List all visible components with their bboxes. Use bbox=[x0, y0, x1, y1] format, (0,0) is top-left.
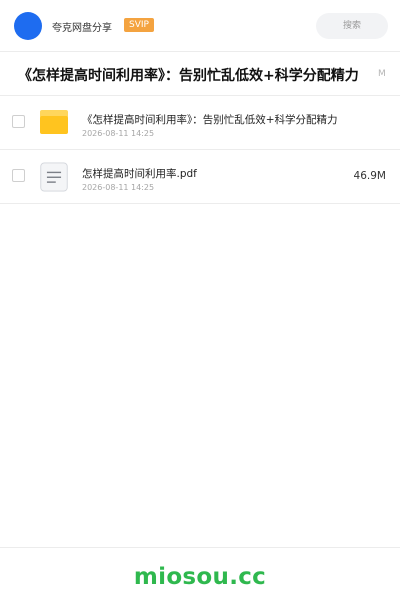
row-checkbox[interactable] bbox=[12, 115, 25, 128]
top-bar: 夸克网盘分享 SVIP 搜索 bbox=[0, 0, 400, 52]
file-size: 46.9M bbox=[353, 170, 386, 182]
file-date: 2026-08-11 14:25 bbox=[82, 129, 155, 138]
search-input[interactable]: 搜索 bbox=[316, 13, 388, 39]
folder-icon bbox=[40, 110, 68, 134]
svip-badge: SVIP bbox=[124, 18, 154, 32]
document-icon bbox=[40, 162, 68, 192]
share-title-bar: 《怎样提高时间利用率》：告别忙乱低效+科学分配精力 M bbox=[0, 53, 400, 96]
file-name[interactable]: 《怎样提高时间利用率》：告别忙乱低效+科学分配精力 bbox=[82, 112, 338, 127]
row-checkbox[interactable] bbox=[12, 169, 25, 182]
footer: miosou.cc bbox=[0, 547, 400, 600]
file-row-folder[interactable]: 《怎样提高时间利用率》：告别忙乱低效+科学分配精力 2026-08-11 14:… bbox=[0, 96, 400, 150]
file-row-pdf[interactable]: 怎样提高时间利用率.pdf 2026-08-11 14:25 46.9M bbox=[0, 150, 400, 204]
avatar[interactable] bbox=[14, 12, 42, 40]
file-name[interactable]: 怎样提高时间利用率.pdf bbox=[82, 166, 197, 181]
total-size: M bbox=[378, 69, 386, 79]
page-title: 《怎样提高时间利用率》：告别忙乱低效+科学分配精力 bbox=[18, 68, 359, 84]
footer-logo[interactable]: miosou.cc bbox=[0, 564, 400, 590]
file-date: 2026-08-11 14:25 bbox=[82, 183, 155, 192]
app-name: 夸克网盘分享 bbox=[52, 23, 112, 34]
